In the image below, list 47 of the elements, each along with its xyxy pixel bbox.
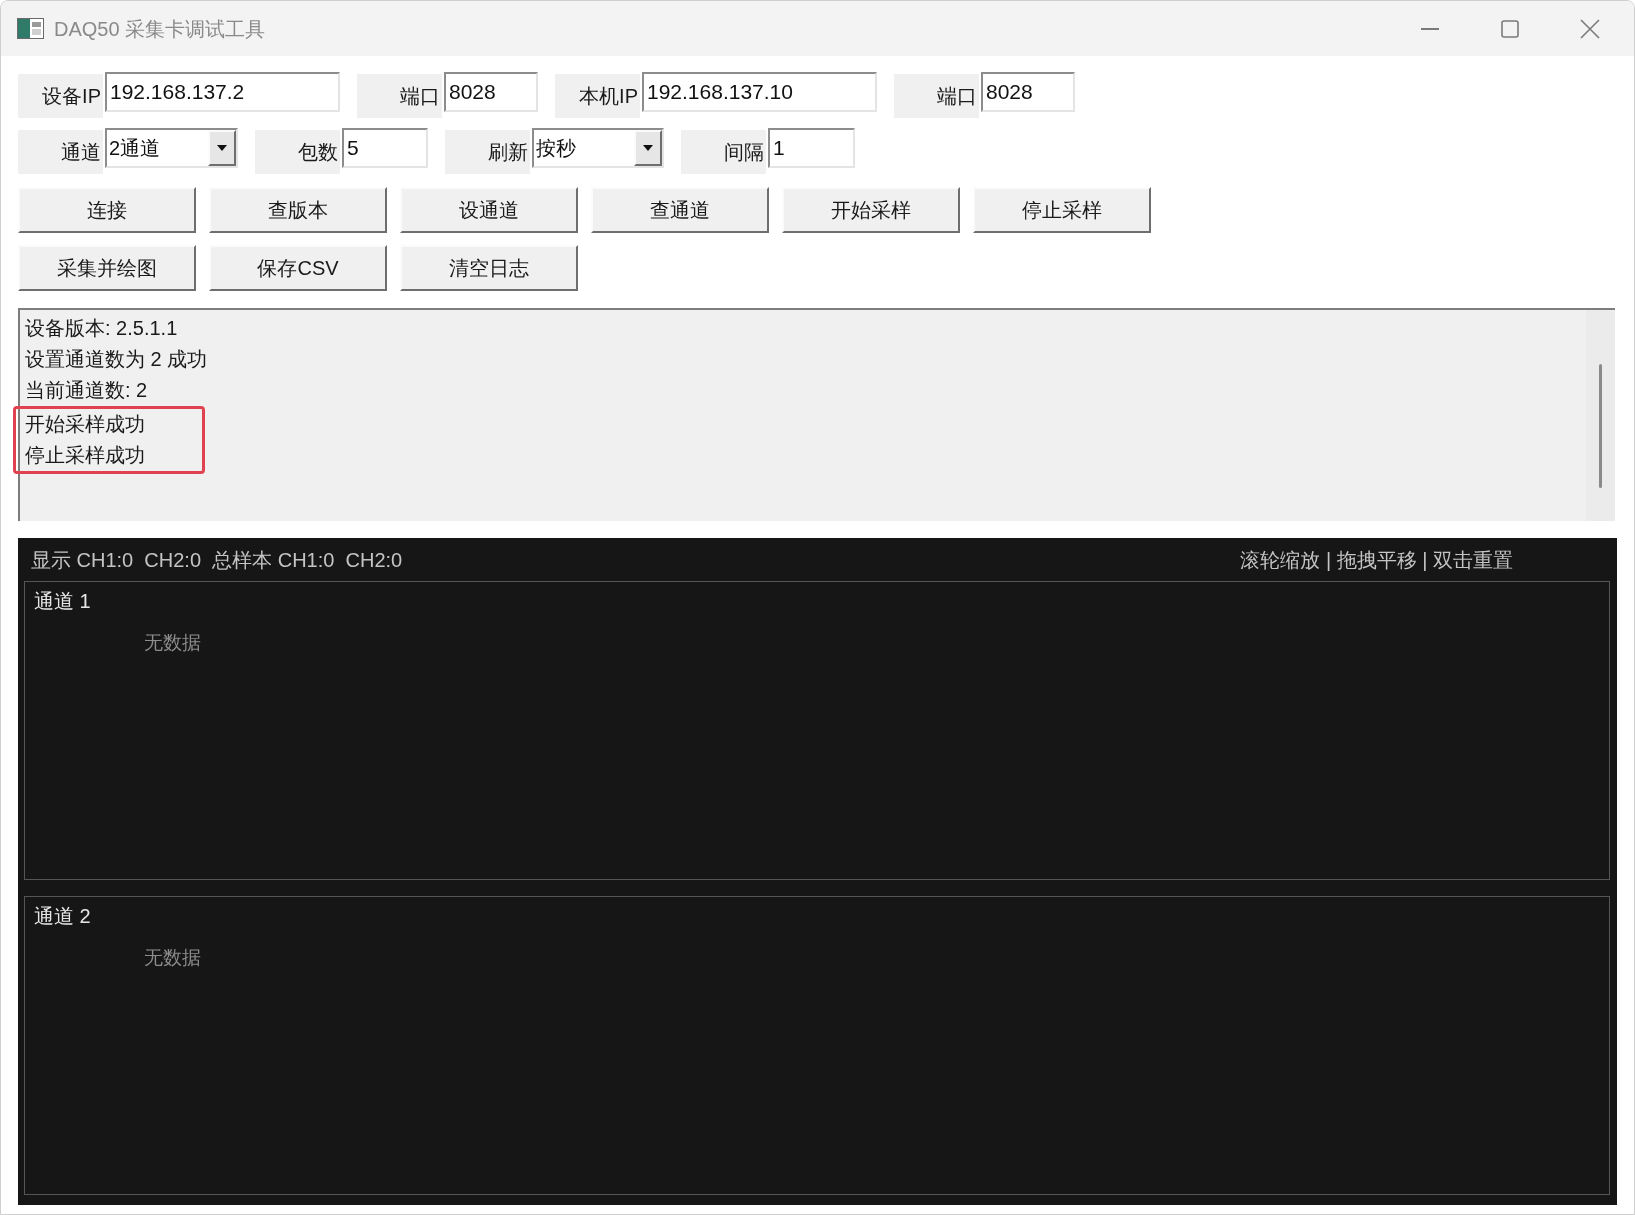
minimize-icon — [1421, 27, 1439, 30]
action-button[interactable]: 停止采样 — [973, 187, 1151, 233]
dropdown-field[interactable]: 2通道 — [105, 128, 238, 168]
plot-hint: 滚轮缩放 | 拖拽平移 | 双击重置 — [1240, 547, 1513, 573]
action-button[interactable]: 开始采样 — [782, 187, 960, 233]
log-line: 停止采样成功 — [25, 443, 145, 468]
field-label: 本机IP — [555, 74, 640, 118]
action-button[interactable]: 查通道 — [591, 187, 769, 233]
action-button[interactable]: 采集并绘图 — [18, 245, 196, 291]
log-line: 开始采样成功 — [25, 412, 145, 437]
action-button[interactable]: 清空日志 — [400, 245, 578, 291]
log-line: 当前通道数: 2 — [25, 378, 148, 403]
field-label: 间隔 — [681, 130, 766, 174]
plot-status: 显示 CH1:0 CH2:0 总样本 CH1:0 CH2:0 — [31, 547, 403, 573]
no-data-message: 无数据 — [144, 946, 201, 970]
field-label: 刷新 — [445, 130, 530, 174]
caret-icon — [217, 145, 227, 151]
action-button[interactable]: 设通道 — [400, 187, 578, 233]
dropdown-field[interactable]: 按秒 — [532, 128, 664, 168]
field-label: 包数 — [255, 130, 340, 174]
field-label: 端口 — [357, 74, 442, 118]
no-data-message: 无数据 — [144, 631, 201, 655]
text-input[interactable]: 192.168.137.2 — [105, 72, 340, 112]
field-label: 设备IP — [18, 74, 103, 118]
text-input[interactable]: 1 — [768, 128, 855, 168]
text-input[interactable]: 5 — [342, 128, 428, 168]
text-input[interactable]: 8028 — [981, 72, 1075, 112]
action-button[interactable]: 查版本 — [209, 187, 387, 233]
log-line: 设置通道数为 2 成功 — [25, 347, 208, 372]
app-icon — [17, 18, 44, 39]
scrollbar[interactable] — [1586, 310, 1615, 521]
close-icon — [1580, 18, 1600, 39]
log-line: 设备版本: 2.5.1.1 — [25, 316, 178, 341]
window-title: DAQ50 采集卡调试工具 — [54, 16, 266, 42]
caret-icon — [643, 145, 653, 151]
field-label: 端口 — [894, 74, 979, 118]
plot-title: 通道 1 — [34, 589, 91, 614]
plot-title: 通道 2 — [34, 904, 91, 929]
action-button[interactable]: 保存CSV — [209, 245, 387, 291]
text-input[interactable]: 192.168.137.10 — [642, 72, 877, 112]
scroll-thumb[interactable] — [1599, 364, 1602, 488]
dropdown-button[interactable] — [208, 130, 236, 166]
action-button[interactable]: 连接 — [18, 187, 196, 233]
text-input[interactable]: 8028 — [444, 72, 538, 112]
maximize-icon — [1501, 19, 1519, 38]
field-label: 通道 — [18, 130, 103, 174]
dropdown-button[interactable] — [634, 130, 662, 166]
